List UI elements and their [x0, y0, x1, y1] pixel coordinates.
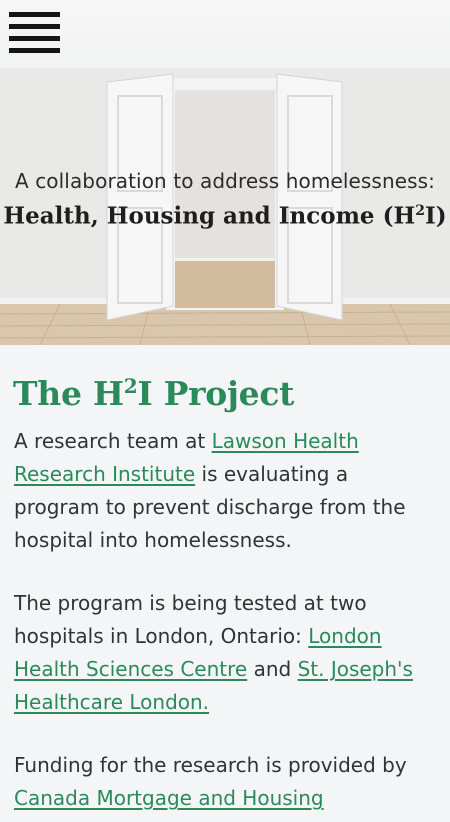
paragraph-funding: Funding for the research is provided by … [14, 749, 439, 815]
menu-line [9, 36, 60, 41]
paragraph-text: and [247, 657, 298, 681]
hero-title-main: Health, Housing and Income (H [3, 202, 416, 230]
hero-text: A collaboration to address homelessness:… [0, 168, 450, 232]
section-title-post: I Project [137, 374, 295, 413]
hamburger-menu-icon[interactable] [9, 12, 60, 54]
section-title: The H2I Project [13, 365, 294, 415]
menu-line [9, 24, 60, 29]
top-bar [0, 0, 450, 68]
menu-line [9, 12, 60, 17]
hero-title: Health, Housing and Income (H2I) [0, 196, 450, 232]
paragraph-research-team: A research team at Lawson Health Researc… [14, 425, 439, 557]
hero-subtitle: A collaboration to address homelessness: [14, 169, 436, 193]
hero-title-superscript: 2 [415, 203, 425, 219]
paragraph-text: Funding for the research is provided by [14, 753, 407, 777]
main-content: The H2I Project A research team at Lawso… [0, 345, 450, 822]
section-title-pre: The H [13, 374, 124, 413]
paragraph-text: A research team at [14, 429, 212, 453]
cmhc-link[interactable]: Canada Mortgage and Housing [14, 786, 324, 810]
section-title-superscript: 2 [123, 374, 138, 398]
paragraph-hospitals: The program is being tested at two hospi… [14, 587, 439, 719]
hero-title-end: I) [424, 202, 447, 230]
hero-banner: A collaboration to address homelessness:… [0, 68, 450, 345]
menu-line [9, 48, 60, 53]
